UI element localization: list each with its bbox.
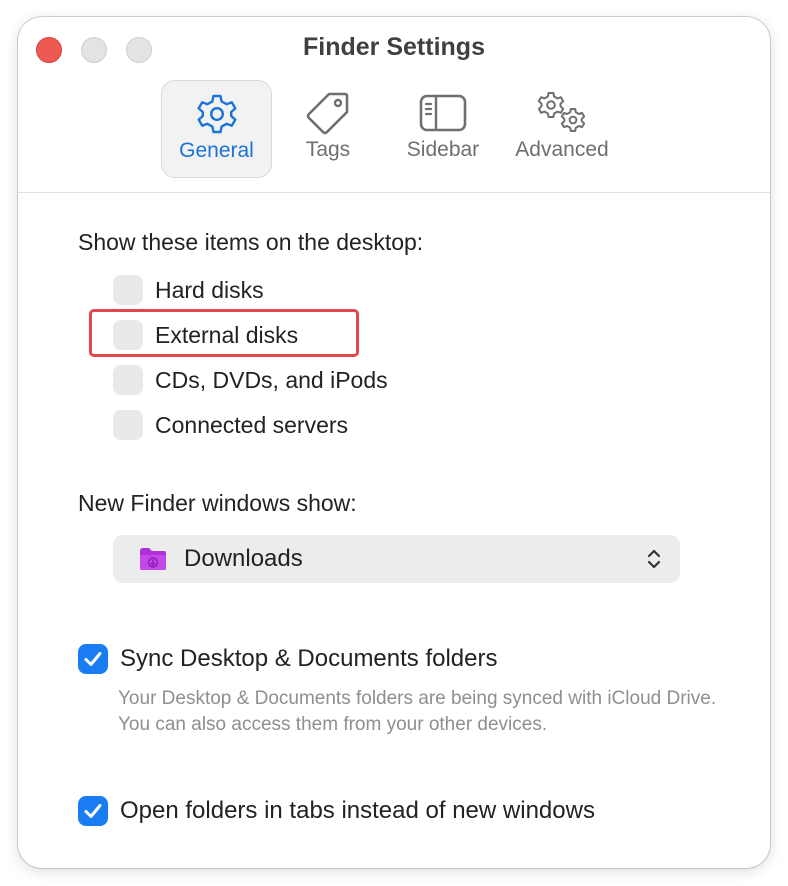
toolbar-divider [18,192,770,193]
tab-sidebar[interactable]: Sidebar [393,80,493,178]
window-title: Finder Settings [303,33,485,61]
tab-general[interactable]: General [161,80,272,178]
cds-dvds-ipods-option[interactable]: CDs, DVDs, and iPods [113,365,388,395]
checkmark-icon [84,652,102,666]
tag-icon [305,90,351,136]
finder-settings-window: Finder Settings General Tags Sidebar Adv… [18,17,770,868]
folder-icon [138,546,168,572]
tab-advanced-label: Advanced [515,138,609,161]
new-windows-selected: Downloads [184,545,303,572]
hard-disks-label: Hard disks [155,276,264,303]
gears-icon [534,90,590,136]
cds-dvds-ipods-label: CDs, DVDs, and iPods [155,366,388,393]
tab-sidebar-label: Sidebar [406,138,480,161]
connected-servers-label: Connected servers [155,411,349,438]
sync-option[interactable]: Sync Desktop & Documents folders [78,644,498,674]
desktop-items-heading: Show these items on the desktop: [78,229,424,255]
sidebar-icon [419,90,467,136]
tab-tags-label: Tags [305,138,351,161]
connected-servers-option[interactable]: Connected servers [113,410,348,440]
open-in-tabs-option[interactable]: Open folders in tabs instead of new wind… [78,796,595,826]
new-windows-heading: New Finder windows show: [78,490,357,516]
sync-description: Your Desktop & Documents folders are bei… [118,688,717,735]
tab-general-label: General [179,139,254,162]
connected-servers-checkbox[interactable] [113,410,143,440]
gear-icon [195,91,239,137]
checkmark-icon [84,804,102,818]
sync-label: Sync Desktop & Documents folders [120,645,498,672]
open-in-tabs-checkbox[interactable] [78,796,108,826]
hard-disks-checkbox[interactable] [113,275,143,305]
new-windows-popup[interactable]: Downloads [113,535,680,583]
chevron-up-down-icon [646,547,662,576]
tab-tags[interactable]: Tags [283,80,373,178]
tab-advanced[interactable]: Advanced [506,80,618,178]
open-in-tabs-label: Open folders in tabs instead of new wind… [120,797,595,824]
cds-dvds-ipods-checkbox[interactable] [113,365,143,395]
sync-checkbox[interactable] [78,644,108,674]
hard-disks-option[interactable]: Hard disks [113,275,264,305]
highlight-box [89,309,359,357]
